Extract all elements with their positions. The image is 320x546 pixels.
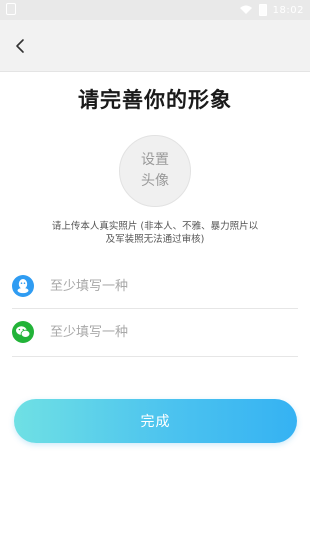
photo-hint: 请上传本人真实照片 (非本人、不雅、暴力照片以 及军装照无法通过审核) xyxy=(30,220,280,246)
chevron-left-icon xyxy=(16,39,24,53)
page-title: 请完善你的形象 xyxy=(78,88,232,112)
battery-icon xyxy=(258,4,267,16)
notification-icon xyxy=(6,3,16,15)
photo-hint-line2: 及军装照无法通过审核) xyxy=(105,234,205,245)
back-button[interactable] xyxy=(6,32,34,60)
submit-button[interactable]: 完成 xyxy=(14,399,297,443)
divider xyxy=(12,356,298,357)
status-bar: 18:02 xyxy=(0,0,310,20)
wechat-icon xyxy=(12,321,34,343)
avatar-label-line2: 头像 xyxy=(141,173,169,189)
app-bar xyxy=(0,20,310,72)
wechat-row xyxy=(0,310,310,354)
qq-row xyxy=(0,264,310,308)
qq-icon xyxy=(12,275,34,297)
wechat-input[interactable] xyxy=(50,317,290,347)
divider xyxy=(12,308,298,309)
wifi-icon xyxy=(239,5,252,14)
avatar-label-line1: 设置 xyxy=(141,152,169,168)
qq-input[interactable] xyxy=(50,271,290,301)
photo-hint-line1: 请上传本人真实照片 (非本人、不雅、暴力照片以 xyxy=(51,221,259,232)
avatar-upload-button[interactable]: 设置 头像 xyxy=(119,135,191,207)
status-time: 18:02 xyxy=(272,4,304,16)
